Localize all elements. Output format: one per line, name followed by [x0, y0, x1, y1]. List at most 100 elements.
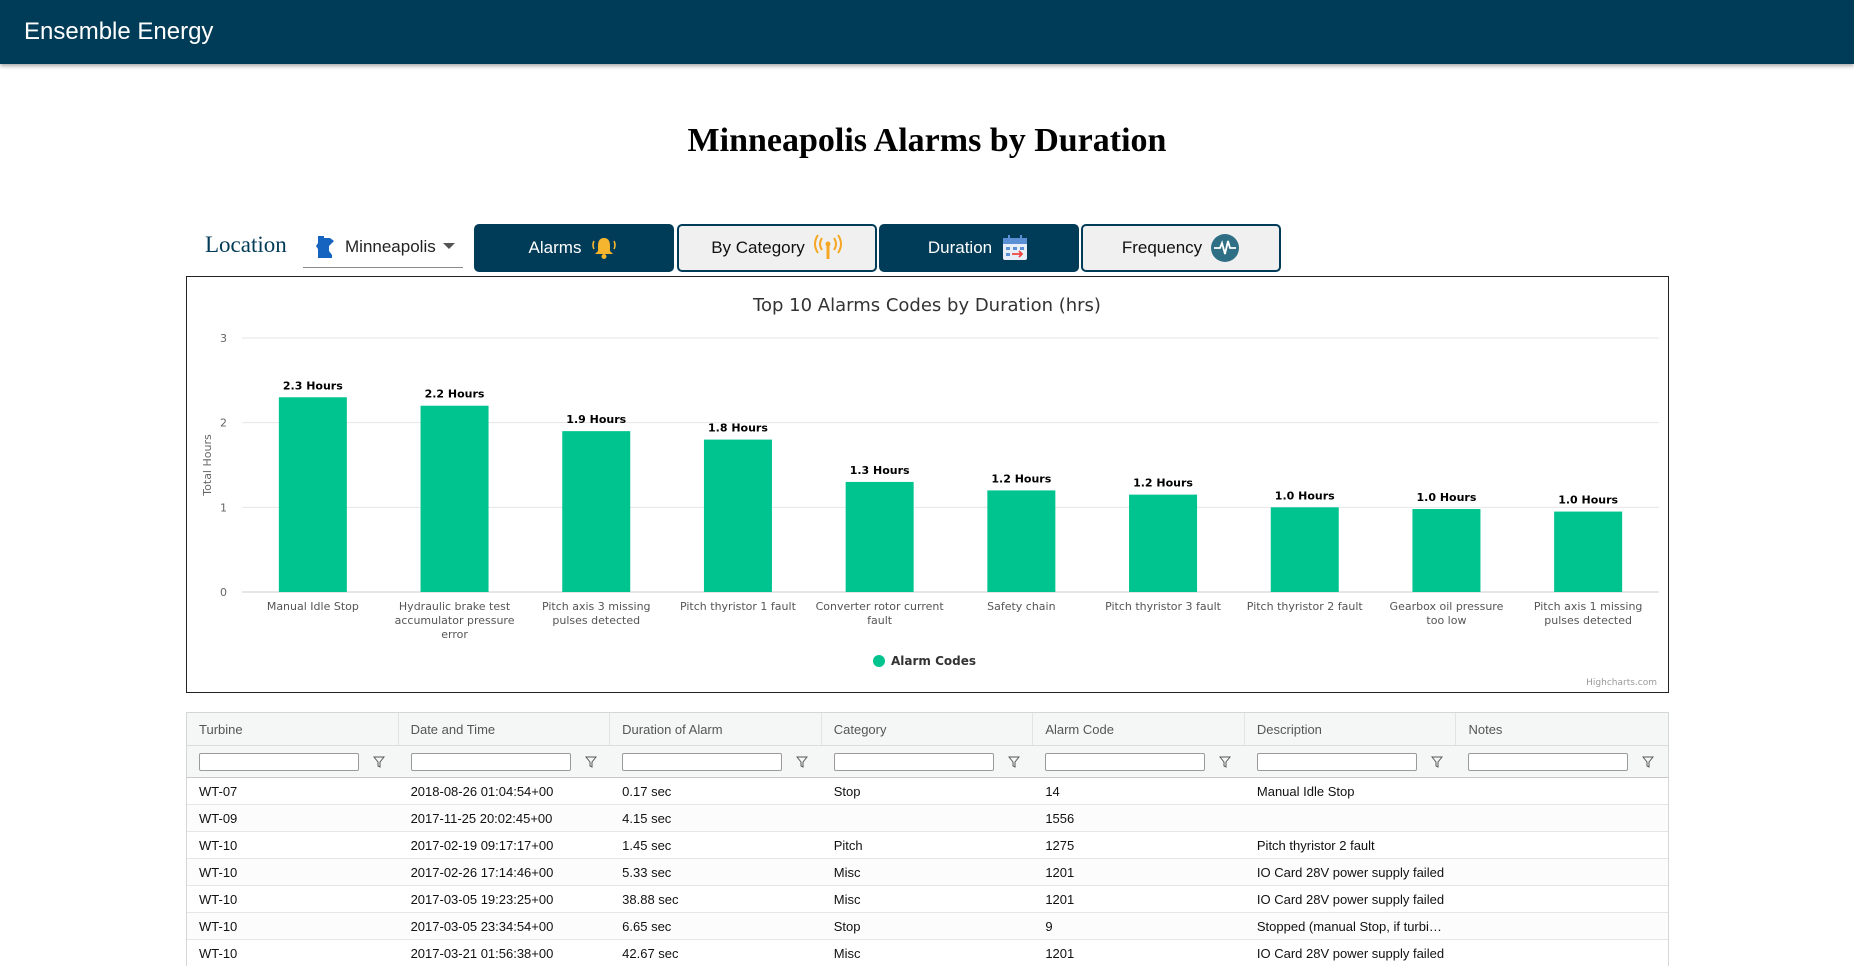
x-tick-label: Pitch axis 3 missing — [542, 600, 651, 613]
bar — [1412, 509, 1481, 592]
location-value: Minneapolis — [345, 236, 436, 256]
table-row[interactable]: WT-10 2017-03-05 19:23:25+00 38.88 sec Misc… — [187, 886, 1668, 913]
x-tick-label: pulses detected — [552, 614, 640, 627]
table-row[interactable]: WT-10 2017-02-19 09:17:17+00 1.45 sec Pitch… — [187, 832, 1668, 859]
location-select[interactable]: Minneapolis — [303, 226, 463, 268]
x-tick-label: fault — [867, 614, 893, 627]
column-header[interactable]: Description — [1245, 713, 1457, 745]
table-cell — [1456, 886, 1668, 912]
x-tick-label: Pitch axis 1 missing — [1534, 600, 1643, 613]
column-filter-input[interactable] — [1468, 752, 1629, 771]
bar — [703, 439, 772, 592]
calendar-icon — [1003, 235, 1028, 260]
table-cell: Pitch thyristor 2 fault — [1256, 838, 1375, 853]
tab-by-category[interactable]: By Category — [677, 224, 877, 272]
column-header[interactable]: Category — [822, 713, 1034, 745]
table-cell: 1.45 sec — [622, 838, 672, 853]
table-cell: 1201 — [1045, 946, 1075, 961]
column-filter-input[interactable] — [1256, 752, 1417, 771]
filter-cell — [1033, 746, 1245, 777]
tab-alarms-label: Alarms — [528, 238, 582, 257]
table-cell: 2018-08-26 01:04:54+00 — [410, 784, 554, 799]
table-row[interactable]: WT-09 2017-11-25 20:02:45+00 4.15 sec 1556 — [187, 805, 1668, 832]
table-cell: Misc — [833, 946, 861, 961]
table-cell: 1201 — [1045, 865, 1075, 880]
table-cell: WT-10 — [199, 865, 238, 880]
data-label: 1.9 Hours — [566, 413, 626, 426]
bar — [420, 405, 489, 592]
column-header[interactable]: Alarm Code — [1033, 713, 1245, 745]
filter-funnel-icon[interactable] — [1642, 756, 1655, 768]
tab-alarms[interactable]: Alarms — [474, 224, 674, 272]
column-header[interactable]: Notes — [1456, 713, 1668, 745]
table-row[interactable]: WT-10 2017-02-26 17:14:46+00 5.33 sec Misc 1… — [187, 859, 1668, 886]
bar — [845, 481, 914, 592]
alarms-grid: Turbine Date and Time Duration of Alarm Cat… — [186, 712, 1669, 966]
column-filter-input[interactable] — [410, 752, 571, 771]
chart-title: Top 10 Alarms Codes by Duration (hrs) — [752, 295, 1101, 316]
tab-frequency[interactable]: Frequency — [1081, 224, 1281, 272]
table-cell: Stopped (manual Stop, if turbi… — [1256, 919, 1442, 934]
signal-antenna-icon — [813, 234, 842, 259]
minnesota-state-icon — [316, 235, 334, 258]
column-filter-input[interactable] — [622, 752, 783, 771]
data-label: 2.3 Hours — [283, 379, 343, 392]
table-cell: WT-10 — [199, 838, 238, 853]
filter-funnel-icon[interactable] — [373, 756, 385, 768]
table-cell: 0.17 sec — [622, 784, 672, 799]
table-row[interactable]: WT-07 2018-08-26 01:04:54+00 0.17 sec Stop 1… — [187, 778, 1668, 805]
table-cell: WT-10 — [199, 946, 238, 961]
bell-icon — [592, 238, 617, 259]
column-header[interactable]: Turbine — [187, 713, 399, 745]
filter-funnel-icon[interactable] — [1219, 756, 1232, 768]
y-tick-label: 2 — [220, 417, 227, 430]
table-cell: 2017-02-19 09:17:17+00 — [410, 838, 554, 853]
column-filter-input[interactable] — [199, 752, 359, 771]
filter-funnel-icon[interactable] — [796, 756, 809, 768]
column-header[interactable]: Duration of Alarm — [610, 713, 822, 745]
filter-cell — [187, 746, 399, 777]
table-cell: WT-07 — [199, 784, 238, 799]
app-bar: Ensemble Energy — [0, 0, 1854, 64]
table-cell: Stop — [833, 784, 861, 799]
data-label: 2.2 Hours — [425, 388, 485, 401]
table-cell: 2017-03-05 23:34:54+00 — [410, 919, 554, 934]
table-cell: 1275 — [1045, 838, 1075, 853]
x-tick-label: Pitch thyristor 1 fault — [680, 600, 797, 613]
data-label: 1.8 Hours — [708, 422, 768, 435]
data-label: 1.2 Hours — [1133, 477, 1193, 490]
grid-body: WT-07 2018-08-26 01:04:54+00 0.17 sec Stop 1… — [187, 778, 1668, 966]
tab-duration[interactable]: Duration — [879, 224, 1079, 272]
tab-frequency-label: Frequency — [1121, 238, 1203, 257]
table-cell: 1201 — [1045, 892, 1075, 907]
tab-duration-label: Duration — [927, 238, 993, 257]
table-cell: IO Card 28V power supply failed — [1256, 892, 1445, 907]
filter-cell — [1245, 746, 1457, 777]
x-tick-label: Converter rotor current — [816, 600, 945, 613]
duration-chart: Top 10 Alarms Codes by Duration (hrs) 0 1 2… — [186, 276, 1669, 693]
bar — [1270, 507, 1339, 592]
table-cell: Misc — [833, 892, 861, 907]
filter-funnel-icon[interactable] — [1007, 756, 1020, 768]
column-header[interactable]: Date and Time — [399, 713, 611, 745]
app-title: Ensemble Energy — [24, 18, 214, 45]
filter-funnel-icon[interactable] — [584, 756, 597, 768]
filter-funnel-icon[interactable] — [1430, 756, 1443, 768]
table-row[interactable]: WT-10 2017-03-21 01:56:38+00 42.67 sec Misc… — [187, 940, 1668, 966]
pulse-icon — [1211, 234, 1240, 262]
table-cell: 5.33 sec — [622, 865, 672, 880]
chevron-down-icon[interactable] — [443, 243, 455, 249]
table-cell — [1456, 940, 1668, 966]
table-row[interactable]: WT-10 2017-03-05 23:34:54+00 6.65 sec Stop 9… — [187, 913, 1668, 940]
x-tick-label: accumulator pressure — [395, 614, 515, 627]
bar — [562, 431, 631, 592]
table-cell: 6.65 sec — [622, 919, 672, 934]
table-cell — [1456, 778, 1668, 804]
column-filter-input[interactable] — [833, 752, 994, 771]
column-filter-input[interactable] — [1045, 752, 1206, 771]
data-label: 1.0 Hours — [1275, 489, 1335, 502]
y-tick-label: 3 — [220, 332, 227, 345]
table-cell: Pitch — [833, 838, 863, 853]
x-tick-label: too low — [1426, 614, 1466, 627]
table-cell: WT-10 — [199, 892, 238, 907]
